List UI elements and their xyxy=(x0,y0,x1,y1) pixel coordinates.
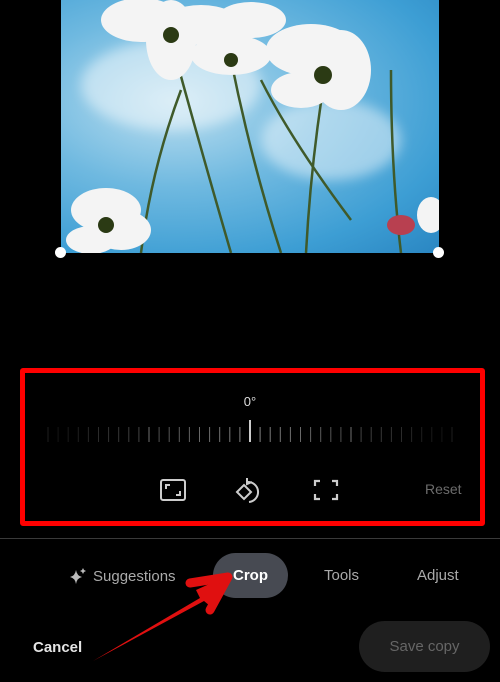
cancel-button[interactable]: Cancel xyxy=(33,639,82,656)
crop-handle-bottom-left[interactable] xyxy=(55,247,66,258)
photo-preview[interactable] xyxy=(61,0,439,253)
sparkle-icon xyxy=(70,568,86,584)
crop-handle-bottom-right[interactable] xyxy=(433,247,444,258)
aspect-ratio-icon[interactable] xyxy=(159,476,187,504)
rotation-angle-label: 0° xyxy=(243,394,257,409)
flower-image xyxy=(66,0,439,253)
save-copy-label: Save copy xyxy=(389,638,460,655)
free-crop-icon[interactable] xyxy=(312,476,340,504)
tab-crop[interactable]: Crop xyxy=(213,553,288,598)
tab-label: Crop xyxy=(233,567,268,584)
save-copy-button[interactable]: Save copy xyxy=(359,621,490,672)
tab-suggestions[interactable]: Suggestions xyxy=(69,567,176,585)
tab-adjust[interactable]: Adjust xyxy=(417,567,459,584)
tab-label: Suggestions xyxy=(93,567,176,585)
tab-tools[interactable]: Tools xyxy=(324,567,359,584)
rotate-icon[interactable] xyxy=(235,476,263,504)
reset-button[interactable]: Reset xyxy=(425,481,462,497)
divider xyxy=(0,538,500,539)
rotation-dial[interactable] xyxy=(0,420,500,444)
